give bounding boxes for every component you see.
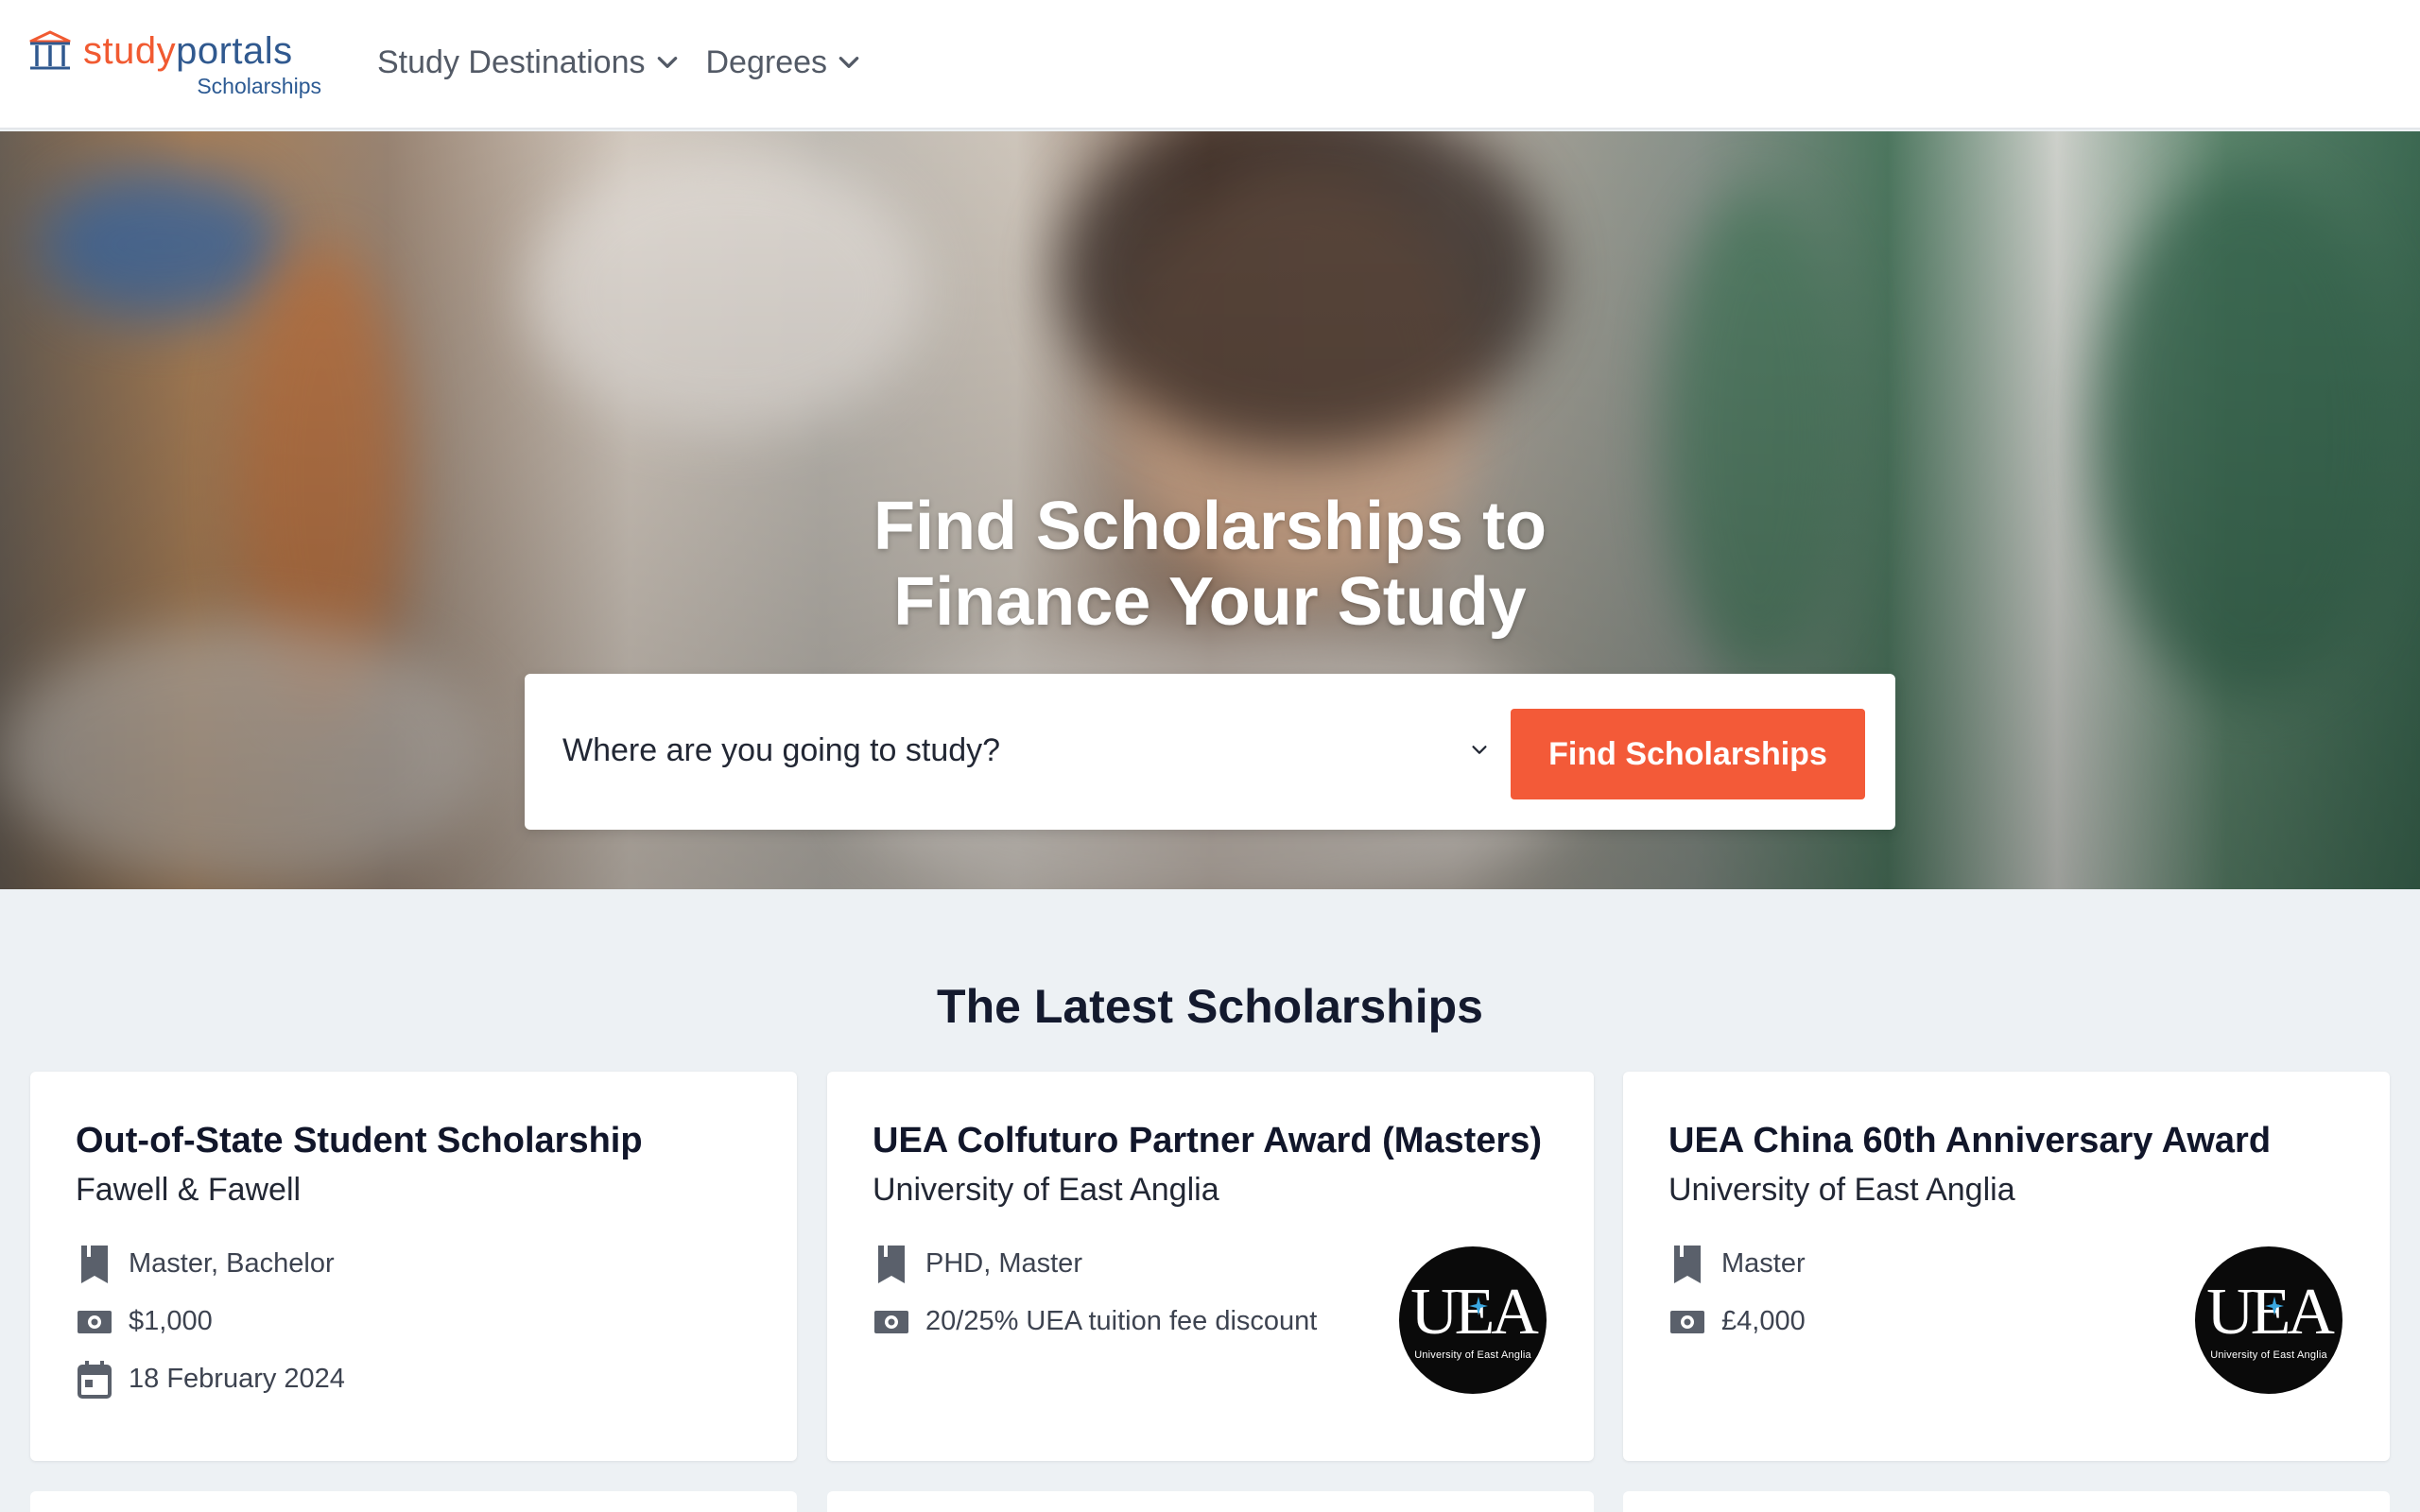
deadline-text: 18 February 2024	[129, 1364, 345, 1394]
destination-select[interactable]: Where are you going to study?	[562, 732, 1000, 769]
scholarship-meta: Master, Bachelor $1,000 18 February 2024	[76, 1245, 345, 1399]
scholarship-card[interactable]: Out-of-State Student Scholarship Fawell …	[30, 1072, 797, 1461]
uea-logo-mark: UEA	[2206, 1276, 2335, 1349]
nav-item-label: Study Destinations	[377, 43, 646, 80]
nav-study-destinations[interactable]: Study Destinations	[377, 34, 680, 91]
logo-caption: University of East Anglia	[1414, 1349, 1531, 1361]
scholarship-card-partial[interactable]	[827, 1491, 1594, 1512]
scholarship-provider: Fawell & Fawell	[76, 1172, 302, 1208]
logo-wordmark: studyportals	[83, 30, 293, 72]
scholarship-card-partial[interactable]	[30, 1491, 797, 1512]
amount-row: $1,000	[76, 1304, 345, 1339]
main-nav: Study Destinations Degrees	[377, 34, 861, 91]
scholarship-meta: Master £4,000	[1668, 1245, 1806, 1339]
bookmark-icon	[76, 1245, 113, 1283]
chevron-down-icon[interactable]	[1469, 739, 1490, 760]
chevron-down-icon	[657, 57, 677, 68]
calendar-icon	[76, 1360, 113, 1399]
find-scholarships-button[interactable]: Find Scholarships	[1511, 709, 1865, 799]
scholarship-meta: PHD, Master 20/25% UEA tuition fee disco…	[873, 1245, 1317, 1339]
institution-icon	[29, 30, 71, 70]
scholarship-provider: University of East Anglia	[1668, 1172, 2015, 1208]
nav-item-label: Degrees	[705, 43, 828, 80]
studyportals-logo[interactable]: studyportals Scholarships	[28, 26, 321, 102]
site-header: studyportals Scholarships Study Destinat…	[0, 0, 2420, 129]
chevron-down-icon	[838, 57, 859, 68]
uea-logo-mark: UEA	[1410, 1276, 1539, 1349]
scholarship-card[interactable]: UEA China 60th Anniversary Award Univers…	[1623, 1072, 2390, 1461]
bookmark-icon	[1668, 1245, 1706, 1283]
deadline-row: 18 February 2024	[76, 1360, 345, 1399]
university-logo: UEA University of East Anglia	[2195, 1246, 2342, 1394]
star-icon	[2265, 1297, 2285, 1315]
amount-text: £4,000	[1721, 1306, 1806, 1336]
nav-degrees[interactable]: Degrees	[706, 34, 862, 91]
money-icon	[76, 1303, 113, 1341]
logo-subtitle: Scholarships	[197, 74, 321, 98]
logo-caption: University of East Anglia	[2210, 1349, 2327, 1361]
university-logo: UEA University of East Anglia	[1399, 1246, 1547, 1394]
scholarship-provider: University of East Anglia	[873, 1172, 1219, 1208]
scholarship-card-partial[interactable]	[1623, 1491, 2390, 1512]
money-icon	[873, 1303, 910, 1341]
hero-title: Find Scholarships to Finance Your Study	[873, 489, 1547, 640]
money-icon	[1668, 1303, 1706, 1341]
bookmark-icon	[873, 1245, 910, 1283]
degree-text: Master, Bachelor	[129, 1248, 335, 1279]
degree-row: PHD, Master	[873, 1245, 1317, 1283]
scholarship-title[interactable]: Out-of-State Student Scholarship	[76, 1121, 643, 1161]
degree-text: PHD, Master	[925, 1248, 1082, 1279]
scholarship-title[interactable]: UEA Colfuturo Partner Award (Masters)	[873, 1121, 1542, 1161]
degree-row: Master	[1668, 1245, 1806, 1283]
amount-text: $1,000	[129, 1306, 213, 1336]
star-icon	[1469, 1297, 1489, 1315]
scholarship-card[interactable]: UEA Colfuturo Partner Award (Masters) Un…	[827, 1072, 1594, 1461]
amount-row: £4,000	[1668, 1304, 1806, 1339]
degree-text: Master	[1721, 1248, 1806, 1279]
amount-text: 20/25% UEA tuition fee discount	[925, 1306, 1318, 1336]
amount-row: 20/25% UEA tuition fee discount	[873, 1304, 1317, 1339]
degree-row: Master, Bachelor	[76, 1245, 345, 1283]
section-title: The Latest Scholarships	[937, 980, 1483, 1033]
scholarship-title[interactable]: UEA China 60th Anniversary Award	[1668, 1121, 2271, 1161]
